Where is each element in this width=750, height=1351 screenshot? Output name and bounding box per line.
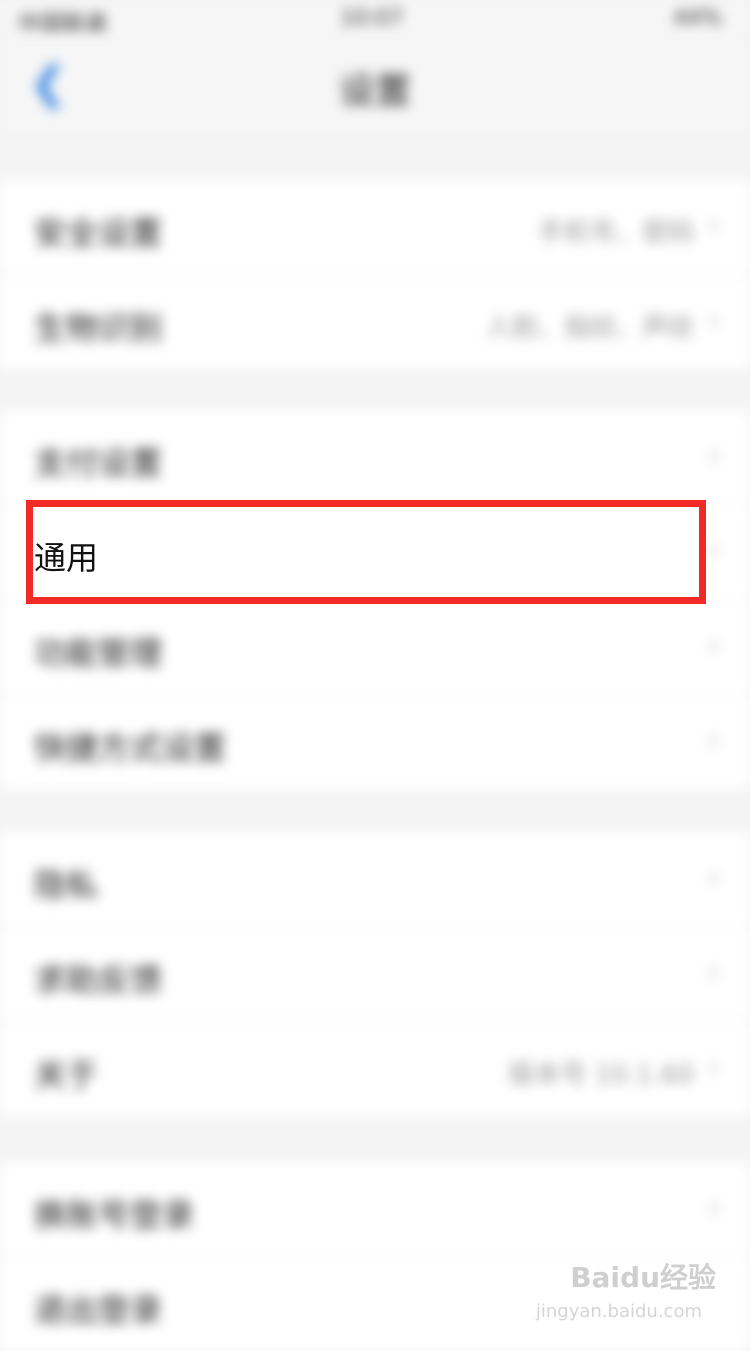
chevron-right-icon: ›: [708, 723, 720, 758]
row-feature-management[interactable]: 功能管理 ›: [0, 600, 750, 695]
row-label: 支付设置: [34, 444, 163, 482]
row-label: 生物识别: [34, 309, 163, 347]
row-privacy[interactable]: 隐私 ›: [0, 832, 750, 927]
row-payment-settings[interactable]: 支付设置 ›: [0, 410, 750, 505]
row-label: 关于: [34, 1056, 99, 1094]
chevron-right-icon: ›: [708, 1190, 720, 1225]
chevron-right-icon: ›: [708, 303, 720, 338]
row-label: 换账号登录: [34, 1196, 195, 1234]
row-security-settings[interactable]: 安全设置 手机号、密码 ›: [0, 180, 750, 275]
chevron-right-icon: ›: [708, 1050, 720, 1085]
row-help-feedback[interactable]: 求助反馈 ›: [0, 927, 750, 1022]
page-title: 设置: [338, 71, 411, 112]
chevron-right-icon: ›: [708, 208, 720, 243]
row-shortcut-settings[interactable]: 快捷方式设置 ›: [0, 695, 750, 789]
status-time: 10:07: [340, 6, 404, 31]
row-biometrics[interactable]: 生物识别 人脸、指纹、声纹 ›: [0, 275, 750, 369]
row-label: 安全设置: [34, 214, 163, 252]
row-label: 退出登录: [34, 1291, 163, 1329]
row-label: 快捷方式设置: [34, 729, 227, 767]
row-label: 隐私: [34, 866, 99, 904]
row-value: 版本号 10.1.60: [508, 1060, 694, 1090]
chevron-right-icon: ›: [708, 860, 720, 895]
group-security: 安全设置 手机号、密码 › 生物识别 人脸、指纹、声纹 ›: [0, 180, 750, 369]
chevron-right-icon: ›: [708, 628, 720, 663]
carrier-text: 中国联通: [18, 12, 107, 37]
row-value: 人脸、指纹、声纹: [485, 313, 694, 343]
highlight-box: [26, 500, 706, 604]
row-about[interactable]: 关于 版本号 10.1.60 ›: [0, 1022, 750, 1116]
status-bar: 中国联通 10:07 44%: [0, 0, 750, 40]
row-value: 手机号、密码: [537, 218, 694, 248]
chevron-right-icon: ›: [708, 533, 720, 568]
group-about: 隐私 › 求助反馈 › 关于 版本号 10.1.60 ›: [0, 832, 750, 1116]
row-label: 功能管理: [34, 634, 163, 672]
baidu-watermark-logo: Baidu经验: [570, 1261, 716, 1294]
chevron-right-icon: ›: [708, 438, 720, 473]
nav-bar: ❮ 设置: [0, 40, 750, 130]
chevron-right-icon: ›: [708, 955, 720, 990]
row-switch-account[interactable]: 换账号登录 ›: [0, 1162, 750, 1257]
battery-level: 44%: [673, 6, 722, 31]
baidu-watermark-url: jingyan.baidu.com: [535, 1301, 702, 1322]
row-label: 求助反馈: [34, 961, 163, 999]
